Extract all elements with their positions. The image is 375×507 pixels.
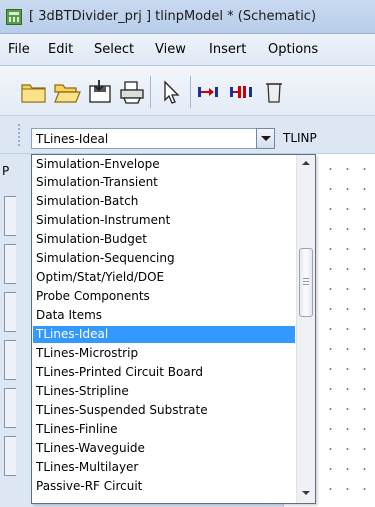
list-item[interactable]: Simulation-Sequencing [36,250,294,267]
insert-ground-icon[interactable] [228,78,256,106]
palette-slot[interactable] [4,436,16,476]
list-item[interactable]: TLines-Microstrip [36,345,294,362]
schematic-app-icon [6,9,22,25]
library-dropdown-list[interactable]: Simulation-Envelope Simulation-Transient… [31,154,316,504]
palette-label: P [2,164,10,178]
palette-slot[interactable] [4,340,16,380]
open-folder-icon[interactable] [53,78,81,106]
toolbar-separator [190,76,191,108]
list-item[interactable]: Simulation-Batch [36,193,294,210]
toolbar-separator [150,76,151,108]
new-folder-icon[interactable] [20,78,48,106]
scroll-up-arrow-icon[interactable] [297,155,315,172]
component-palette: P [0,154,32,507]
insert-pin-icon[interactable] [195,78,223,106]
list-item[interactable]: TLines-Stripline [36,383,294,400]
list-item[interactable]: TLines-Multilayer [36,459,294,476]
chevron-down-icon[interactable] [256,128,275,149]
window-title: [ 3dBTDivider_prj ] tlinpModel * (Schema… [29,9,317,24]
list-item[interactable]: Data Items [36,307,294,324]
list-item[interactable]: Passive-RF Circuit [36,478,294,495]
component-name[interactable]: TLINP [283,131,317,145]
delete-icon[interactable] [260,78,288,106]
print-icon[interactable] [118,78,146,106]
title-bar: [ 3dBTDivider_prj ] tlinpModel * (Schema… [0,0,375,34]
save-icon[interactable] [86,78,114,106]
palette-slot[interactable] [4,244,16,284]
palette-slot[interactable] [4,292,16,332]
list-item[interactable]: Simulation-Envelope [36,156,294,173]
menu-select[interactable]: Select [94,42,134,57]
dropdown-scrollbar[interactable] [296,155,315,503]
toolbar-grip[interactable] [18,124,20,146]
scroll-down-arrow-icon[interactable] [297,485,315,502]
list-item[interactable]: TLines-Finline [36,421,294,438]
scrollbar-thumb[interactable] [299,248,313,317]
menu-view[interactable]: View [155,42,186,57]
palette-slot[interactable] [4,388,16,428]
list-item[interactable]: TLines-Suspended Substrate [36,402,294,419]
menu-file[interactable]: File [8,42,30,57]
list-item[interactable]: Simulation-Instrument [36,212,294,229]
component-library-bar: TLines-Ideal TLINP [0,116,375,154]
list-item[interactable]: TLines-Waveguide [36,440,294,457]
list-item[interactable]: Probe Components [36,288,294,305]
library-combobox[interactable]: TLines-Ideal [31,128,275,149]
menu-bar: File Edit Select View Insert Options [0,34,375,66]
list-item-selected[interactable]: TLines-Ideal [33,326,295,343]
menu-edit[interactable]: Edit [48,42,73,57]
list-item[interactable]: Simulation-Transient [36,174,294,191]
menu-options[interactable]: Options [268,42,318,57]
select-pointer-icon[interactable] [157,78,185,106]
palette-slot[interactable] [4,196,16,236]
list-item[interactable]: TLines-Printed Circuit Board [36,364,294,381]
library-combobox-value: TLines-Ideal [36,132,109,146]
list-item[interactable]: Optim/Stat/Yield/DOE [36,269,294,286]
menu-insert[interactable]: Insert [209,42,246,57]
toolbar [0,66,375,116]
list-item[interactable]: Simulation-Budget [36,231,294,248]
